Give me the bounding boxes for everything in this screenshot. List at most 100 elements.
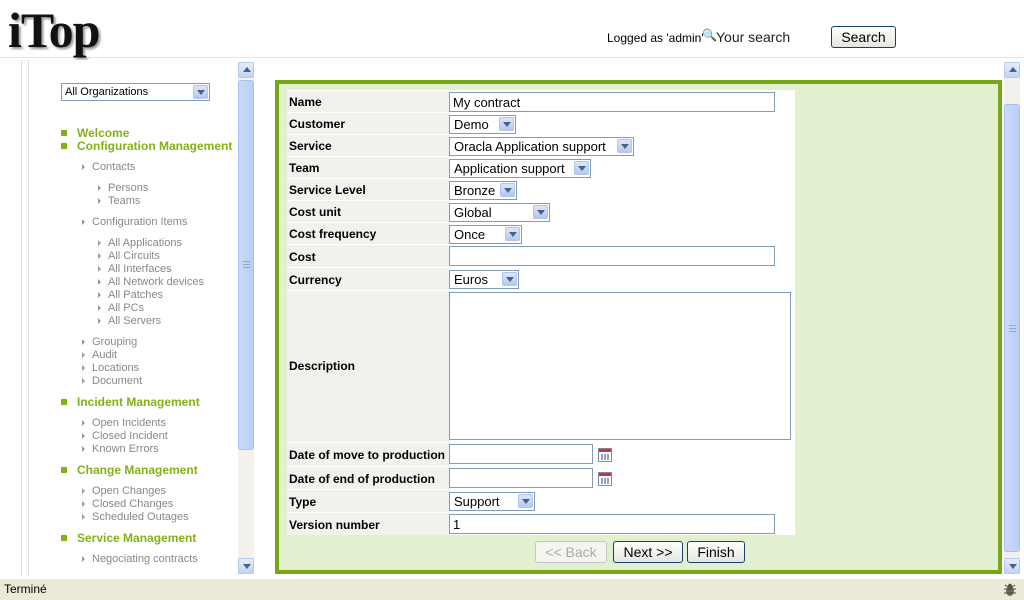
- menu-locations[interactable]: Locations: [61, 362, 238, 375]
- type-label: Type: [289, 495, 317, 509]
- menu-persons[interactable]: Persons: [61, 182, 238, 195]
- menu-service-management[interactable]: Service Management: [61, 532, 238, 545]
- contract-form: Name Customer Demo Service Oracla Applic…: [287, 90, 795, 535]
- form-row-service: Service Oracla Application support: [287, 134, 795, 156]
- menu-configuration-management[interactable]: Configuration Management: [61, 140, 238, 153]
- form-row-description: Description: [287, 290, 795, 442]
- bug-icon[interactable]: [1002, 582, 1018, 598]
- chevron-down-icon[interactable]: [574, 161, 589, 175]
- form-row-customer: Customer Demo: [287, 112, 795, 134]
- currency-select[interactable]: Euros: [449, 270, 519, 289]
- browser-window: iTop Logged as 'admin' 🔍 Search All Orga…: [0, 0, 1024, 600]
- chevron-down-icon[interactable]: [505, 227, 520, 241]
- service-level-select[interactable]: Bronze: [449, 181, 517, 200]
- menu-contacts[interactable]: Contacts: [61, 161, 238, 174]
- team-select[interactable]: Application support: [449, 159, 591, 178]
- scroll-down-icon[interactable]: [238, 558, 254, 574]
- cost-field[interactable]: [449, 246, 775, 266]
- status-bar: Terminé: [0, 578, 1024, 600]
- form-row-name: Name: [287, 90, 795, 112]
- end-of-production-field[interactable]: [449, 468, 593, 488]
- menu-all-network-devices[interactable]: All Network devices: [61, 276, 238, 289]
- menu-closed-changes[interactable]: Closed Changes: [61, 498, 238, 511]
- main-content: Name Customer Demo Service Oracla Applic…: [258, 60, 1004, 576]
- search-button[interactable]: Search: [831, 26, 896, 48]
- form-row-cost: Cost: [287, 244, 795, 267]
- move-to-production-label: Date of move to production: [289, 448, 445, 462]
- form-row-currency: Currency Euros: [287, 267, 795, 290]
- cost-frequency-select-value: Once: [454, 227, 486, 242]
- menu-configuration-items[interactable]: Configuration Items: [61, 216, 238, 229]
- chevron-down-icon[interactable]: [518, 494, 533, 508]
- chevron-down-icon[interactable]: [617, 139, 632, 153]
- left-pane-scrollbar[interactable]: [238, 62, 254, 574]
- main-scroll-thumb[interactable]: [1004, 104, 1020, 552]
- customer-label: Customer: [289, 117, 346, 131]
- cost-unit-select[interactable]: Global: [449, 203, 550, 222]
- menu-all-circuits[interactable]: All Circuits: [61, 250, 238, 263]
- cost-frequency-select[interactable]: Once: [449, 225, 522, 244]
- menu-audit[interactable]: Audit: [61, 349, 238, 362]
- form-row-move-to-production: Date of move to production: [287, 442, 795, 466]
- back-button[interactable]: << Back: [535, 541, 607, 563]
- service-level-label: Service Level: [289, 183, 366, 197]
- move-to-production-field[interactable]: [449, 444, 593, 464]
- customer-select[interactable]: Demo: [449, 115, 516, 134]
- calendar-icon[interactable]: [598, 448, 612, 462]
- menu-incident-management[interactable]: Incident Management: [61, 396, 238, 409]
- menu-all-interfaces[interactable]: All Interfaces: [61, 263, 238, 276]
- logged-as-text: Logged as 'admin': [607, 31, 704, 45]
- organization-select[interactable]: All Organizations: [61, 83, 210, 101]
- itop-logo[interactable]: iTop: [8, 2, 100, 58]
- left-scroll-thumb[interactable]: [238, 80, 254, 450]
- menu-known-errors[interactable]: Known Errors: [61, 443, 238, 456]
- wizard-form-panel: Name Customer Demo Service Oracla Applic…: [275, 80, 1002, 574]
- menu-all-pcs[interactable]: All PCs: [61, 302, 238, 315]
- form-row-service-level: Service Level Bronze: [287, 178, 795, 200]
- name-field[interactable]: [449, 92, 775, 112]
- scroll-up-icon[interactable]: [238, 62, 254, 78]
- menu-all-applications[interactable]: All Applications: [61, 237, 238, 250]
- end-of-production-label: Date of end of production: [289, 472, 435, 486]
- chevron-down-icon[interactable]: [502, 272, 517, 286]
- service-label: Service: [289, 139, 332, 153]
- main-scrollbar[interactable]: [1004, 62, 1020, 574]
- cost-label: Cost: [289, 250, 316, 264]
- header: iTop Logged as 'admin' 🔍 Search: [0, 0, 1024, 58]
- menu-teams[interactable]: Teams: [61, 195, 238, 208]
- menu-all-servers[interactable]: All Servers: [61, 315, 238, 328]
- team-select-value: Application support: [454, 161, 565, 176]
- scroll-up-icon[interactable]: [1004, 62, 1020, 78]
- menu-change-management[interactable]: Change Management: [61, 464, 238, 477]
- organization-select-value: All Organizations: [65, 86, 149, 98]
- status-text: Terminé: [4, 582, 47, 596]
- cost-unit-select-value: Global: [454, 205, 492, 220]
- chevron-down-icon[interactable]: [499, 117, 514, 131]
- menu-closed-incident[interactable]: Closed Incident: [61, 430, 238, 443]
- left-menu-pane: All Organizations Welcome Configuration …: [28, 60, 238, 576]
- menu-grouping[interactable]: Grouping: [61, 336, 238, 349]
- calendar-icon[interactable]: [598, 472, 612, 486]
- menu-open-changes[interactable]: Open Changes: [61, 485, 238, 498]
- description-textarea[interactable]: [449, 292, 791, 440]
- service-level-select-value: Bronze: [454, 183, 496, 198]
- type-select[interactable]: Support: [449, 492, 535, 511]
- menu-document[interactable]: Document: [61, 375, 238, 388]
- finish-button[interactable]: Finish: [687, 541, 745, 563]
- menu-negociating-contracts[interactable]: Negociating contracts: [61, 553, 238, 566]
- form-row-cost-frequency: Cost frequency Once: [287, 222, 795, 244]
- search-input[interactable]: [716, 28, 826, 46]
- currency-label: Currency: [289, 273, 342, 287]
- menu-open-incidents[interactable]: Open Incidents: [61, 417, 238, 430]
- version-field[interactable]: [449, 514, 775, 534]
- chevron-down-icon[interactable]: [193, 85, 208, 99]
- search-icon: 🔍: [702, 28, 717, 42]
- chevron-down-icon[interactable]: [533, 205, 548, 219]
- scroll-down-icon[interactable]: [1004, 558, 1020, 574]
- menu-all-patches[interactable]: All Patches: [61, 289, 238, 302]
- next-button[interactable]: Next >>: [613, 541, 683, 563]
- menu-scheduled-outages[interactable]: Scheduled Outages: [61, 511, 238, 524]
- service-select[interactable]: Oracla Application support: [449, 137, 634, 156]
- form-row-end-of-production: Date of end of production: [287, 466, 795, 489]
- chevron-down-icon[interactable]: [500, 183, 515, 197]
